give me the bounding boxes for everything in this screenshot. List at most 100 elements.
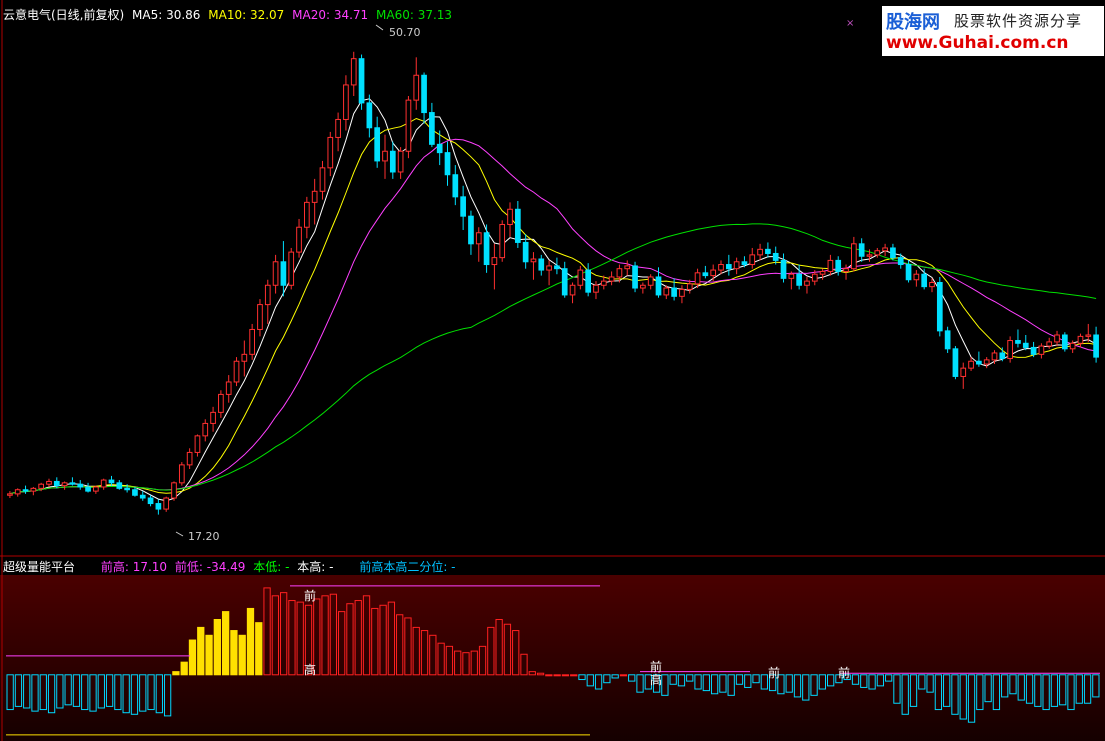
gao-label: 高 [304, 662, 316, 677]
candle-body [202, 422, 209, 437]
candle-body [608, 276, 615, 282]
gao-label-2: 高 [650, 672, 662, 687]
candle-body [522, 241, 529, 263]
candle-body [929, 282, 935, 288]
candle-body [296, 226, 302, 253]
candle-body [358, 58, 365, 104]
candle-body [147, 497, 154, 505]
candle-body [686, 283, 693, 290]
candle-body [397, 150, 404, 173]
candle-body [405, 99, 412, 152]
candle-body [624, 265, 631, 270]
candle-body [671, 287, 677, 297]
candle-body [577, 269, 584, 286]
candle-body [7, 493, 13, 496]
candle-body [593, 284, 599, 293]
candle-body [444, 152, 451, 176]
indicator-bar [553, 674, 561, 677]
close-icon[interactable]: × [846, 18, 854, 29]
candle-body [843, 268, 849, 272]
qian-label-3: 前 [768, 665, 780, 680]
qian-label-4: 前 [838, 665, 850, 680]
logo-tagline: 股票软件资源分享 [954, 12, 1083, 30]
ma10-value: MA10: 32.07 [208, 8, 285, 22]
candle-body [163, 497, 170, 510]
candle-body [46, 480, 52, 485]
candle-body [1085, 334, 1092, 337]
candle-body [600, 280, 607, 286]
candle-body [538, 258, 545, 271]
candle-body [413, 74, 420, 101]
candle-body [171, 482, 177, 499]
candle-body [921, 273, 928, 288]
candle-body [460, 196, 466, 217]
candle-body [983, 359, 990, 365]
candle-body [483, 232, 490, 266]
candle-body [725, 264, 732, 270]
candle-body [210, 411, 216, 424]
candle-body [694, 272, 701, 285]
stock-chart: 50.70 17.20 前 高 前 高 前 前 [0, 0, 1105, 741]
candle-body [827, 259, 834, 272]
candle-body [288, 251, 295, 286]
candle-body [1069, 342, 1076, 350]
candle-body [1038, 345, 1045, 355]
candle-body [569, 284, 576, 296]
candle-body [272, 261, 279, 286]
candle-body [765, 248, 771, 254]
indicator-bar [205, 634, 213, 676]
candle-body [139, 494, 146, 499]
candle-body [327, 136, 334, 169]
indicator-legend: 超级量能平台 前高: 17.10 前低: -34.49 本低: - 本高: - … [3, 558, 460, 575]
candle-body [788, 273, 795, 279]
candle-body [61, 482, 68, 487]
candle-body [882, 247, 888, 252]
candle-body [561, 268, 568, 296]
candle-body [679, 288, 685, 297]
candle-body [655, 276, 662, 296]
candle-body [22, 489, 29, 492]
candle-body [1022, 342, 1029, 348]
candle-body [389, 150, 396, 173]
indicator-bar [246, 607, 255, 676]
candle-body [350, 58, 357, 86]
indicator-bar [561, 674, 570, 677]
candle-body [514, 208, 521, 243]
logo-url: www.Guhai.com.cn [886, 33, 1069, 53]
indicator-bar [188, 639, 197, 676]
candle-body [93, 486, 99, 492]
candle-body [507, 208, 513, 225]
candle-body [968, 360, 974, 369]
ma-legend: 云意电气(日线,前复权) MA5: 30.86 MA10: 32.07 MA20… [3, 6, 456, 23]
indicator-bar [213, 619, 221, 676]
indicator-name: 超级量能平台 [3, 560, 76, 574]
candle-body [640, 284, 646, 289]
candle-body [280, 261, 287, 286]
candle-body [905, 264, 912, 281]
candle-body [632, 265, 638, 289]
candle-body [1015, 340, 1021, 344]
candle-body [554, 265, 560, 270]
candle-body [796, 273, 802, 286]
candle-body [991, 352, 998, 361]
qian-label-2: 前 [650, 659, 662, 674]
candle-body [780, 259, 787, 279]
candle-body [14, 489, 21, 495]
candle-body [976, 360, 982, 365]
stock-title: 云意电气(日线,前复权) [3, 8, 125, 22]
site-logo: 股海网 股票软件资源分享 www.Guhai.com.cn [882, 6, 1104, 56]
candle-body [53, 480, 60, 487]
candle-body [85, 486, 91, 492]
indicator-bar [619, 674, 628, 677]
candle-body [264, 284, 271, 306]
candle-body [249, 328, 255, 355]
indicator-bar [172, 671, 180, 676]
qian-label: 前 [304, 588, 316, 603]
candle-body [1093, 334, 1099, 358]
ma5-value: MA5: 30.86 [132, 8, 201, 22]
candle-body [436, 143, 443, 154]
candle-body [124, 487, 130, 491]
indicator-bar [570, 674, 578, 677]
candle-body [718, 264, 724, 271]
candle-body [155, 503, 162, 510]
